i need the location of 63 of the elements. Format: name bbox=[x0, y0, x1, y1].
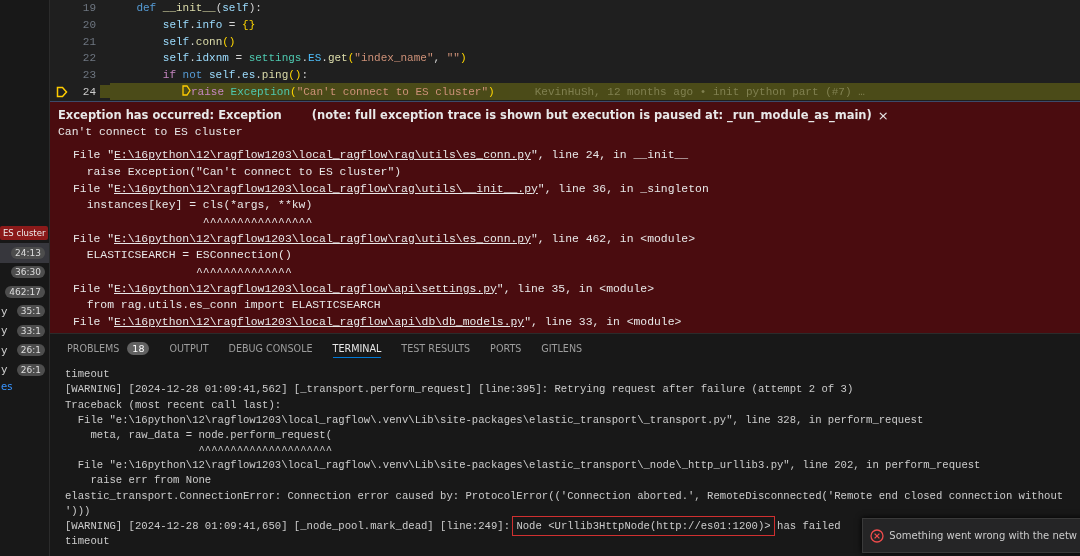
trace-line: File "E:\16python\12\ragflow1203\local_ragflow\rag\utils\__init__.py", line 36, in _singleton bbox=[73, 181, 710, 197]
panel-tab[interactable]: GITLENS bbox=[541, 338, 583, 358]
line-number: 23 bbox=[82, 69, 96, 82]
terminal-line: elastic_transport.ConnectionError: Connection error caused by: ProtocolError(('Connection aborted.', RemoteDisconnected('Remote end closed connection without bbox=[65, 489, 1064, 502]
file-link[interactable]: E:\16python\12\ragflow1203\local_ragflow\rag\utils\es_conn.py bbox=[114, 232, 531, 245]
panel-tab[interactable]: TERMINAL bbox=[332, 338, 382, 358]
count-badge: 18 bbox=[127, 341, 150, 355]
exception-note: (note: full exception trace is shown but execution is paused at: _run_module_as_main) bbox=[311, 108, 872, 123]
trace-line: File "E:\16python\12\ragflow1203\local_ragflow\rag\utils\es_conn.py", line 24, in __init__ bbox=[73, 148, 690, 164]
panel-tab[interactable]: PORTS bbox=[490, 338, 522, 358]
panel-tab[interactable]: DEBUG CONSOLE bbox=[228, 338, 313, 358]
file-link[interactable]: E:\16python\12\ragflow1203\local_ragflow\api\db\db_models.py bbox=[114, 316, 525, 328]
line-number: 19 bbox=[82, 2, 96, 15]
error-icon bbox=[870, 528, 885, 543]
terminal-line: '))) bbox=[65, 504, 91, 517]
file-link[interactable]: E:\16python\12\ragflow1203\local_ragflow\api\settings.py bbox=[114, 282, 497, 295]
terminal-line: File "e:\16python\12\ragflow1203\local_ragflow\.venv\Lib\site-packages\elastic_transport\_node\_http_urllib3.py", line 202, in perform_request bbox=[76, 459, 981, 472]
panel-tab[interactable]: TEST RESULTS bbox=[401, 338, 471, 358]
line-number: 24 bbox=[82, 85, 96, 98]
call-stack-frame[interactable]: y 33:1 bbox=[0, 321, 49, 341]
line-number: 20 bbox=[82, 19, 96, 32]
trace-code: raise Exception("Can't connect to ES cluster") bbox=[85, 164, 403, 180]
code-line: def __init__(self): bbox=[135, 2, 262, 15]
exception-title: Exception has occurred: Exception bbox=[58, 108, 282, 123]
exception-message: Can't connect to ES cluster bbox=[58, 125, 244, 141]
terminal-line: timeout bbox=[65, 368, 110, 381]
debug-pointer-icon bbox=[56, 85, 68, 98]
code-line: self.info = {} bbox=[161, 19, 256, 32]
panel-tab[interactable]: PROBLEMS bbox=[67, 338, 120, 358]
trace-code: ^^^^^^^^^^^^^^^^ bbox=[201, 214, 314, 230]
terminal-line: ^^^^^^^^^^^^^^^^^^^^^ bbox=[197, 444, 332, 457]
trace-line: File "E:\16python\12\ragflow1203\local_ragflow\rag\utils\es_conn.py", line 462, in <module> bbox=[73, 231, 697, 247]
terminal-line: File "e:\16python\12\ragflow1203\local_ragflow\.venv\Lib\site-packages\elastic_transport\_transport.py", line 328, in perform_request bbox=[76, 413, 924, 426]
exception-badge: ES cluster bbox=[0, 226, 49, 240]
show-more-link[interactable]: es bbox=[0, 380, 13, 392]
code-line: self.idxnm = settings.ES.get("index_name", "") bbox=[161, 52, 467, 65]
terminal-line: timeout bbox=[65, 535, 110, 548]
trace-code: instances[key] = cls(*args, **kw) bbox=[85, 198, 314, 214]
line-number: 21 bbox=[82, 35, 96, 48]
trace-code: ^^^^^^^^^^^^^^ bbox=[195, 264, 293, 280]
close-button[interactable]: × bbox=[877, 107, 889, 123]
panel-tab[interactable]: OUTPUT bbox=[169, 338, 209, 358]
file-link[interactable]: E:\16python\12\ragflow1203\local_ragflow\rag\utils\__init__.py bbox=[114, 182, 538, 195]
call-stack-frame[interactable]: y 26:1 bbox=[0, 360, 49, 380]
file-link[interactable]: E:\16python\12\ragflow1203\local_ragflow\rag\utils\es_conn.py bbox=[114, 149, 531, 162]
code-line: if not self.es.ping(): bbox=[161, 69, 309, 82]
call-stack-frame[interactable]: y 35:1 bbox=[0, 301, 49, 321]
terminal-line: raise err from None bbox=[89, 474, 212, 487]
call-stack-frame[interactable]: 24:13 bbox=[0, 243, 49, 263]
terminal-line: Traceback (most recent call last): bbox=[65, 398, 282, 411]
toast-message: Something went wrong with the netw bbox=[889, 530, 1078, 541]
trace-code: from rag.utils.es_conn import ELASTICSEARCH bbox=[85, 298, 382, 314]
trace-line: File "E:\16python\12\ragflow1203\local_ragflow\api\db\db_models.py", line 33, in <module> bbox=[73, 315, 683, 330]
trace-code: ELASTICSEARCH = ESConnection() bbox=[85, 248, 293, 264]
terminal-line: meta, raw_data = node.perform_request( bbox=[89, 428, 332, 441]
call-stack-frame[interactable]: 36:30 bbox=[0, 262, 49, 282]
terminal-line: [WARNING] [2024-12-28 01:09:41,650] [_node_pool.mark_dead] [line:249]: bbox=[65, 520, 511, 532]
trace-line: File "E:\16python\12\ragflow1203\local_ragflow\api\settings.py", line 35, in <module> bbox=[73, 281, 656, 297]
call-stack-frame[interactable]: y 26:1 bbox=[0, 340, 49, 360]
terminal-line: [WARNING] [2024-12-28 01:09:41,562] [_transport.perform_request] [line:395]: Retrying request after failure (attempt 2 of 3) bbox=[65, 383, 854, 396]
line-number: 22 bbox=[82, 52, 96, 65]
code-line: self.conn() bbox=[161, 35, 236, 48]
terminal-text: has failed bbox=[776, 520, 841, 532]
